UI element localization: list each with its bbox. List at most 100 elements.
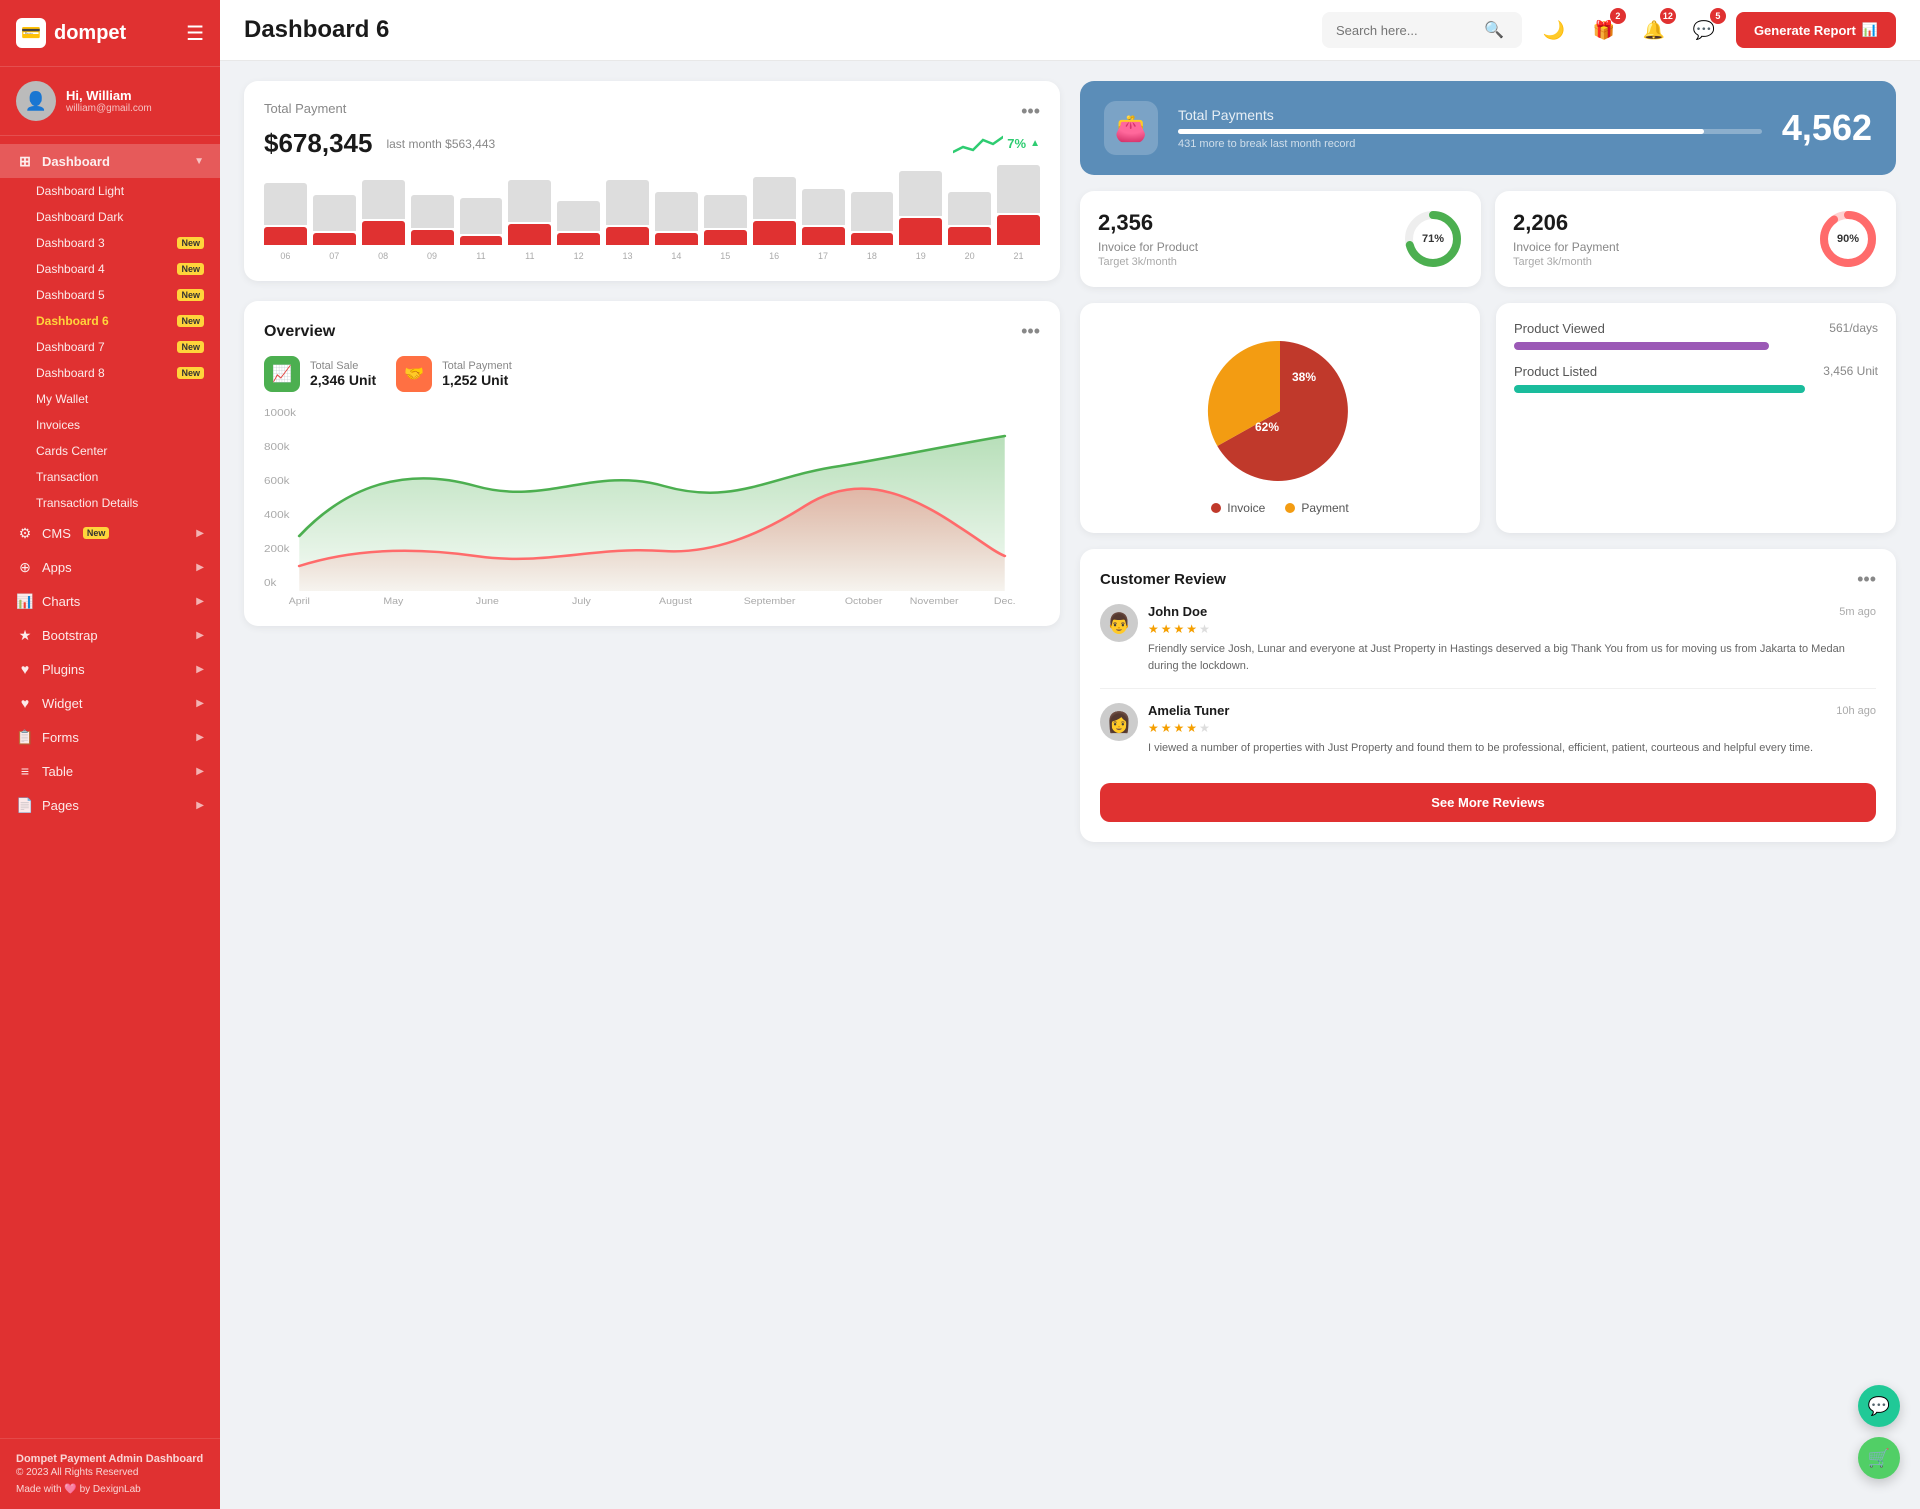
sparkline-chart bbox=[953, 132, 1003, 156]
svg-text:600k: 600k bbox=[264, 476, 290, 487]
sidebar-item-dashboard-8[interactable]: Dashboard 8 New bbox=[20, 360, 220, 386]
product-viewed-stat: Product Viewed 561/days bbox=[1514, 321, 1878, 350]
bar-group: 17 bbox=[802, 189, 845, 261]
fab-support[interactable]: 💬 bbox=[1858, 1385, 1900, 1427]
bar-group: 11 bbox=[460, 198, 503, 261]
svg-text:62%: 62% bbox=[1255, 420, 1279, 434]
sidebar-item-apps[interactable]: ⊕ Apps ▶ bbox=[0, 550, 220, 584]
topbar: Dashboard 6 🔍 🌙 🎁 2 🔔 12 💬 5 Gen bbox=[220, 0, 1920, 61]
search-box[interactable]: 🔍 bbox=[1322, 12, 1522, 48]
bell-btn[interactable]: 🔔 12 bbox=[1636, 12, 1672, 48]
apps-arrow: ▶ bbox=[196, 562, 204, 573]
sidebar-item-invoices[interactable]: Invoices bbox=[20, 412, 220, 438]
svg-text:October: October bbox=[845, 597, 883, 606]
dashboard-icon: ⊞ bbox=[16, 152, 34, 170]
sidebar-item-dashboard-dark[interactable]: Dashboard Dark bbox=[20, 204, 220, 230]
cms-icon: ⚙ bbox=[16, 524, 34, 542]
review-item-2: 👩 Amelia Tuner 10h ago ★ ★ ★ ★ bbox=[1100, 703, 1876, 771]
invoice-legend: Invoice bbox=[1211, 501, 1265, 515]
generate-report-button[interactable]: Generate Report 📊 bbox=[1736, 12, 1896, 48]
star-1: ★ bbox=[1148, 622, 1159, 636]
label: Cards Center bbox=[36, 444, 107, 458]
payment-legend: Payment bbox=[1285, 501, 1348, 515]
label: Dashboard 4 bbox=[36, 262, 105, 276]
sidebar-item-dashboard-3[interactable]: Dashboard 3 New bbox=[20, 230, 220, 256]
overview-menu[interactable]: ••• bbox=[1021, 321, 1040, 342]
product-viewed-header: Product Viewed 561/days bbox=[1514, 321, 1878, 336]
right-column: 👛 Total Payments 431 more to break last … bbox=[1080, 81, 1896, 842]
fab-cart[interactable]: 🛒 bbox=[1858, 1437, 1900, 1479]
theme-toggle[interactable]: 🌙 bbox=[1536, 12, 1572, 48]
star-3: ★ bbox=[1174, 622, 1185, 636]
bar-group: 08 bbox=[362, 180, 405, 261]
sale-info: Total Sale 2,346 Unit bbox=[310, 360, 376, 388]
hamburger-icon[interactable]: ☰ bbox=[186, 21, 204, 46]
review-menu[interactable]: ••• bbox=[1857, 569, 1876, 590]
content-grid: Total Payment ••• $678,345 last month $5… bbox=[244, 81, 1896, 842]
gift-btn[interactable]: 🎁 2 bbox=[1586, 12, 1622, 48]
total-sale-stat: 📈 Total Sale 2,346 Unit bbox=[264, 356, 376, 392]
sale-icon: 📈 bbox=[264, 356, 300, 392]
user-info: Hi, William william@gmail.com bbox=[66, 88, 152, 114]
sidebar-item-dashboard-light[interactable]: Dashboard Light bbox=[20, 178, 220, 204]
pie-svg: 62% 38% bbox=[1200, 331, 1360, 491]
tp-header: Total Payment ••• bbox=[264, 101, 1040, 122]
content-area: Total Payment ••• $678,345 last month $5… bbox=[220, 61, 1920, 1509]
sidebar-item-pages[interactable]: 📄 Pages ▶ bbox=[0, 788, 220, 822]
svg-text:200k: 200k bbox=[264, 544, 290, 555]
bar-group: 18 bbox=[851, 192, 894, 261]
footer-made-with: Made with 🩷 by DexignLab bbox=[16, 1484, 204, 1495]
see-more-reviews-button[interactable]: See More Reviews bbox=[1100, 783, 1876, 822]
sale-label: Total Sale bbox=[310, 360, 376, 372]
star2-4: ★ bbox=[1186, 721, 1197, 735]
plugins-icon: ♥ bbox=[16, 660, 34, 678]
sidebar-item-bootstrap[interactable]: ★ Bootstrap ▶ bbox=[0, 618, 220, 652]
payment-icon: 🤝 bbox=[396, 356, 432, 392]
bar-group: 15 bbox=[704, 195, 747, 261]
label: Apps bbox=[42, 560, 72, 575]
sidebar-item-dashboard-7[interactable]: Dashboard 7 New bbox=[20, 334, 220, 360]
sidebar-item-cms[interactable]: ⚙ CMS New ▶ bbox=[0, 516, 220, 550]
sidebar-item-cards-center[interactable]: Cards Center bbox=[20, 438, 220, 464]
sidebar-item-dashboard[interactable]: ⊞ Dashboard ▼ bbox=[0, 144, 220, 178]
sidebar-item-transaction[interactable]: Transaction bbox=[20, 464, 220, 490]
sidebar-item-table[interactable]: ≡ Table ▶ bbox=[0, 754, 220, 788]
wallet-icon: 👛 bbox=[1104, 101, 1158, 155]
svg-text:800k: 800k bbox=[264, 442, 290, 453]
sidebar-item-dashboard-4[interactable]: Dashboard 4 New bbox=[20, 256, 220, 282]
sidebar-item-plugins[interactable]: ♥ Plugins ▶ bbox=[0, 652, 220, 686]
avatar: 👤 bbox=[16, 81, 56, 121]
badge: New bbox=[177, 289, 204, 301]
user-email: william@gmail.com bbox=[66, 103, 152, 114]
review-time-1: 5m ago bbox=[1839, 606, 1876, 618]
payment-info: Total Payment 1,252 Unit bbox=[442, 360, 512, 388]
tp-label: Total Payment bbox=[264, 101, 346, 116]
overview-stats: 📈 Total Sale 2,346 Unit 🤝 Total Payment … bbox=[264, 356, 1040, 392]
svg-text:Dec.: Dec. bbox=[994, 597, 1016, 606]
review-item-1: 👨 John Doe 5m ago ★ ★ ★ ★ ★ bbox=[1100, 604, 1876, 689]
tp-menu[interactable]: ••• bbox=[1021, 101, 1040, 122]
sidebar-item-widget[interactable]: ♥ Widget ▶ bbox=[0, 686, 220, 720]
blue-card-title: Total Payments bbox=[1178, 107, 1762, 123]
sidebar-item-transaction-details[interactable]: Transaction Details bbox=[20, 490, 220, 516]
invoice-product-info: 2,356 Invoice for Product Target 3k/mont… bbox=[1098, 210, 1387, 268]
label: Widget bbox=[42, 696, 82, 711]
bootstrap-arrow: ▶ bbox=[196, 630, 204, 641]
sidebar-item-my-wallet[interactable]: My Wallet bbox=[20, 386, 220, 412]
sidebar: 💳 dompet ☰ 👤 Hi, William william@gmail.c… bbox=[0, 0, 220, 1509]
total-payment-stat: 🤝 Total Payment 1,252 Unit bbox=[396, 356, 512, 392]
sidebar-item-dashboard-6[interactable]: Dashboard 6 New bbox=[20, 308, 220, 334]
sidebar-item-forms[interactable]: 📋 Forms ▶ bbox=[0, 720, 220, 754]
invoice-payment-info: 2,206 Invoice for Payment Target 3k/mont… bbox=[1513, 210, 1802, 268]
chat-btn[interactable]: 💬 5 bbox=[1686, 12, 1722, 48]
pie-chart-area: 62% 38% bbox=[1098, 331, 1462, 491]
search-input[interactable] bbox=[1336, 23, 1476, 38]
sidebar-item-charts[interactable]: 📊 Charts ▶ bbox=[0, 584, 220, 618]
pie-stats-row: 62% 38% Invoice Payment bbox=[1080, 303, 1896, 533]
bar-group: 20 bbox=[948, 192, 991, 261]
label: Table bbox=[42, 764, 73, 779]
sidebar-item-dashboard-5[interactable]: Dashboard 5 New bbox=[20, 282, 220, 308]
label: CMS bbox=[42, 526, 71, 541]
overview-card: Overview ••• 📈 Total Sale 2,346 Unit bbox=[244, 301, 1060, 626]
invoice-payment-label: Invoice for Payment bbox=[1513, 240, 1802, 254]
